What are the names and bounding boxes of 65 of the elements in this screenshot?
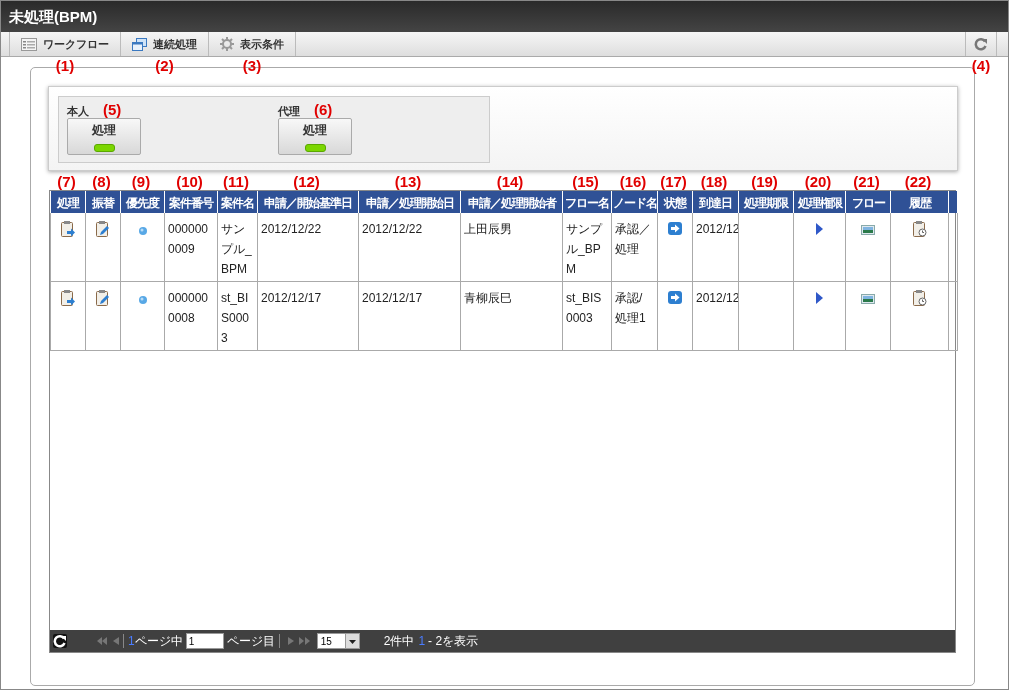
table-cell: st_BIS0003 [221, 291, 250, 345]
gear-icon [220, 37, 234, 51]
table-cell: 0000000009 [168, 222, 209, 256]
play-icon[interactable] [816, 292, 823, 304]
arrow-icon[interactable] [668, 291, 682, 304]
result-count: 2件中 [383, 632, 415, 650]
group-label: 代理 [278, 104, 300, 119]
table-cell: 2012/12/17 [261, 291, 322, 305]
clipboard-pencil-icon[interactable] [96, 221, 110, 237]
callout-number: (3) [242, 57, 262, 74]
window-title: 未処理(BPM) [8, 7, 98, 27]
callout-number: (4) [971, 57, 991, 74]
page-size-select[interactable]: 15 [316, 633, 360, 649]
arrow-icon[interactable] [668, 222, 682, 235]
image-icon[interactable] [861, 294, 875, 304]
priority-dot-icon [138, 227, 147, 235]
page-input[interactable]: 1 [185, 633, 224, 649]
callout-number: (5) [103, 101, 122, 118]
priority-dot-icon [138, 296, 147, 304]
callout-number: (8) [92, 173, 111, 190]
table-cell: サンプル_BPM [566, 222, 602, 276]
callout-number: (1) [55, 57, 75, 74]
callout-number: (16) [619, 173, 647, 190]
play-icon[interactable] [816, 223, 823, 235]
callout-number: (19) [751, 173, 778, 190]
clipboard-pencil-icon[interactable] [96, 290, 110, 306]
table-cell: 承認／処理 [615, 222, 651, 256]
table-cell: 2012/12/22 [261, 222, 322, 236]
process-button[interactable]: 処理 [278, 118, 352, 155]
result-range: - 2を表示 [428, 632, 479, 650]
table-cell: 承認/処理1 [615, 291, 646, 325]
callout-number: (10) [176, 173, 203, 190]
callout-number: (20) [804, 173, 832, 190]
callout-number: (6) [314, 101, 333, 118]
group-label: 本人 [67, 104, 89, 119]
result-from: 1 [418, 634, 426, 648]
table-cell: 0000000008 [168, 291, 209, 325]
process-button[interactable]: 処理 [67, 118, 141, 155]
current-page: 1 [128, 634, 135, 648]
table-cell: 2012/12/22 [362, 222, 423, 236]
callout-number: (14) [496, 173, 524, 190]
windows-icon [132, 37, 147, 51]
callout-number: (17) [660, 173, 687, 190]
callout-number: (18) [700, 173, 728, 190]
callout-number: (13) [394, 173, 422, 190]
callout-number: (21) [853, 173, 880, 190]
callout-number: (11) [223, 173, 249, 190]
callout-number: (2) [155, 57, 174, 74]
table-cell: サンプル_BPM [221, 222, 252, 276]
table-cell: st_BIS0003 [566, 291, 602, 325]
page-label: ページ目 [226, 632, 275, 650]
table-cell: 2012/12/17 [362, 291, 423, 305]
callout-number: (9) [131, 173, 151, 190]
callout-number: (22) [904, 173, 932, 190]
clipboard-clock-icon[interactable] [912, 221, 927, 237]
image-icon[interactable] [861, 225, 875, 235]
clipboard-clock-icon[interactable] [912, 290, 927, 306]
list-icon [21, 37, 37, 51]
callout-number: (15) [572, 173, 599, 190]
page-label: ページ中 [134, 632, 183, 650]
caret-icon[interactable] [344, 634, 359, 648]
table-cell: 上田辰男 [464, 222, 512, 236]
table-cell: 青柳辰巳 [464, 291, 512, 305]
callout-number: (7) [57, 173, 76, 190]
callout-number: (12) [293, 173, 320, 190]
